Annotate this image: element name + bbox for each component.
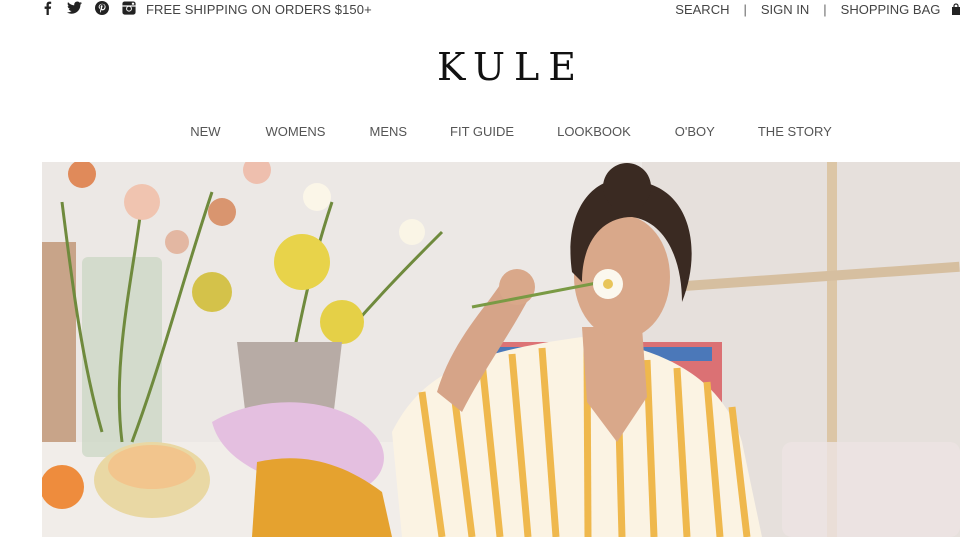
brand-logo[interactable]: KULE bbox=[0, 45, 960, 89]
search-link[interactable]: SEARCH bbox=[675, 2, 729, 17]
twitter-icon[interactable] bbox=[67, 1, 82, 15]
hero-photo bbox=[42, 162, 960, 537]
shopping-bag-link[interactable]: SHOPPING BAG bbox=[841, 2, 960, 17]
separator: | bbox=[743, 2, 747, 17]
nav-item-oboy[interactable]: O'BOY bbox=[675, 124, 715, 139]
hero-banner-image[interactable] bbox=[42, 162, 960, 537]
sign-in-link[interactable]: SIGN IN bbox=[761, 2, 809, 17]
social-links bbox=[41, 1, 149, 15]
separator: | bbox=[823, 2, 827, 17]
instagram-icon[interactable] bbox=[122, 1, 136, 15]
nav-item-new[interactable]: NEW bbox=[190, 124, 220, 139]
main-navigation: NEW WOMENS MENS FIT GUIDE LOOKBOOK O'BOY… bbox=[0, 124, 960, 139]
top-utility-bar: FREE SHIPPING ON ORDERS $150+ SEARCH | S… bbox=[0, 0, 960, 20]
nav-item-fit-guide[interactable]: FIT GUIDE bbox=[450, 124, 514, 139]
shopping-bag-icon bbox=[952, 3, 960, 15]
nav-item-mens[interactable]: MENS bbox=[369, 124, 407, 139]
free-shipping-promo: FREE SHIPPING ON ORDERS $150+ bbox=[146, 2, 372, 17]
utility-links: SEARCH | SIGN IN | SHOPPING BAG bbox=[675, 2, 960, 17]
nav-item-the-story[interactable]: THE STORY bbox=[758, 124, 832, 139]
nav-item-lookbook[interactable]: LOOKBOOK bbox=[557, 124, 631, 139]
nav-item-womens[interactable]: WOMENS bbox=[266, 124, 326, 139]
shopping-bag-label: SHOPPING BAG bbox=[840, 2, 941, 17]
pinterest-icon[interactable] bbox=[95, 1, 109, 15]
facebook-icon[interactable] bbox=[41, 1, 54, 15]
